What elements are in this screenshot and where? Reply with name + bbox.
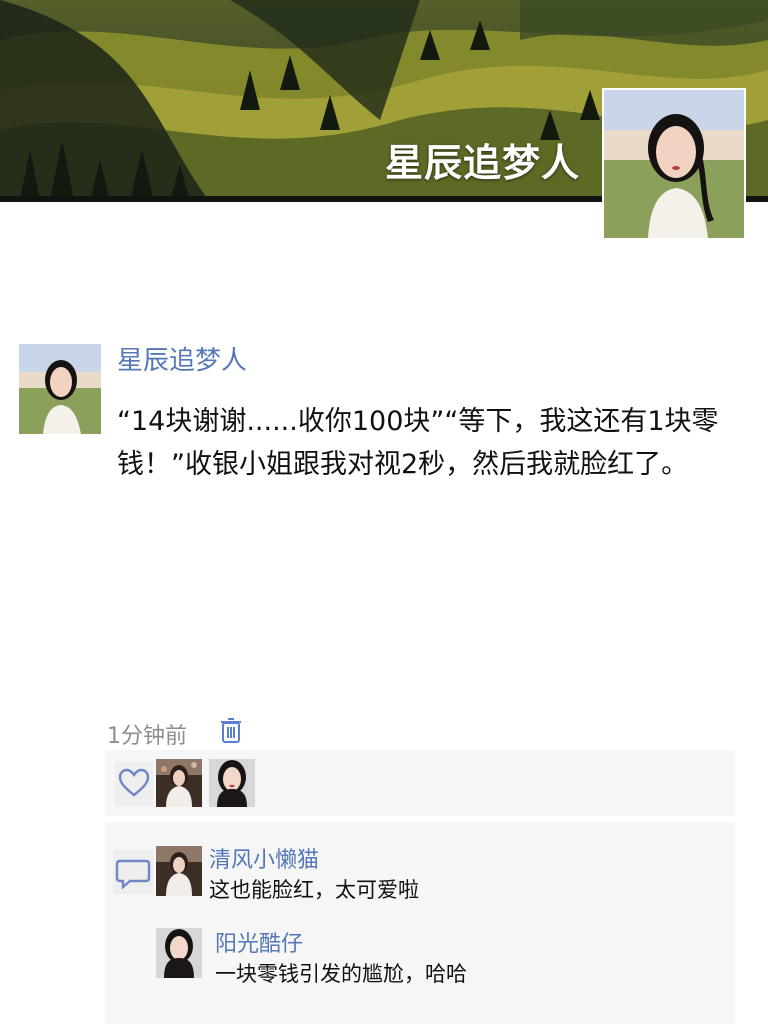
liker-avatar[interactable] [209, 759, 255, 807]
post-author-avatar[interactable] [19, 344, 101, 434]
comments-panel: 清风小懒猫 这也能脸红，太可爱啦 阳光酷仔 一块零钱引发的尴尬，哈哈 [105, 822, 735, 1024]
commenter-name[interactable]: 阳光酷仔 [215, 926, 303, 958]
moments-page: 星辰追梦人 星辰追梦人 “14块谢谢......收你100块”“等下，我这还有1… [0, 0, 768, 1024]
panel-divider [105, 816, 735, 820]
post-timestamp: 1分钟前 [107, 724, 187, 749]
likes-panel [105, 750, 735, 816]
cover-username: 星辰追梦人 [384, 141, 580, 185]
profile-avatar[interactable] [602, 88, 746, 240]
post-content: “14块谢谢......收你100块”“等下，我这还有1块零钱！”收银小姐跟我对… [117, 406, 719, 480]
commenter-avatar[interactable] [156, 846, 202, 896]
trash-icon[interactable] [219, 716, 243, 744]
post-author-name[interactable]: 星辰追梦人 [117, 340, 247, 377]
heart-icon [115, 762, 153, 806]
comment-text: 这也能脸红，太可爱啦 [209, 878, 419, 902]
comment-text: 一块零钱引发的尴尬，哈哈 [215, 962, 467, 986]
liker-avatar[interactable] [156, 759, 202, 807]
commenter-avatar[interactable] [156, 928, 202, 978]
commenter-name[interactable]: 清风小懒猫 [209, 842, 319, 874]
comment-icon [113, 850, 153, 894]
